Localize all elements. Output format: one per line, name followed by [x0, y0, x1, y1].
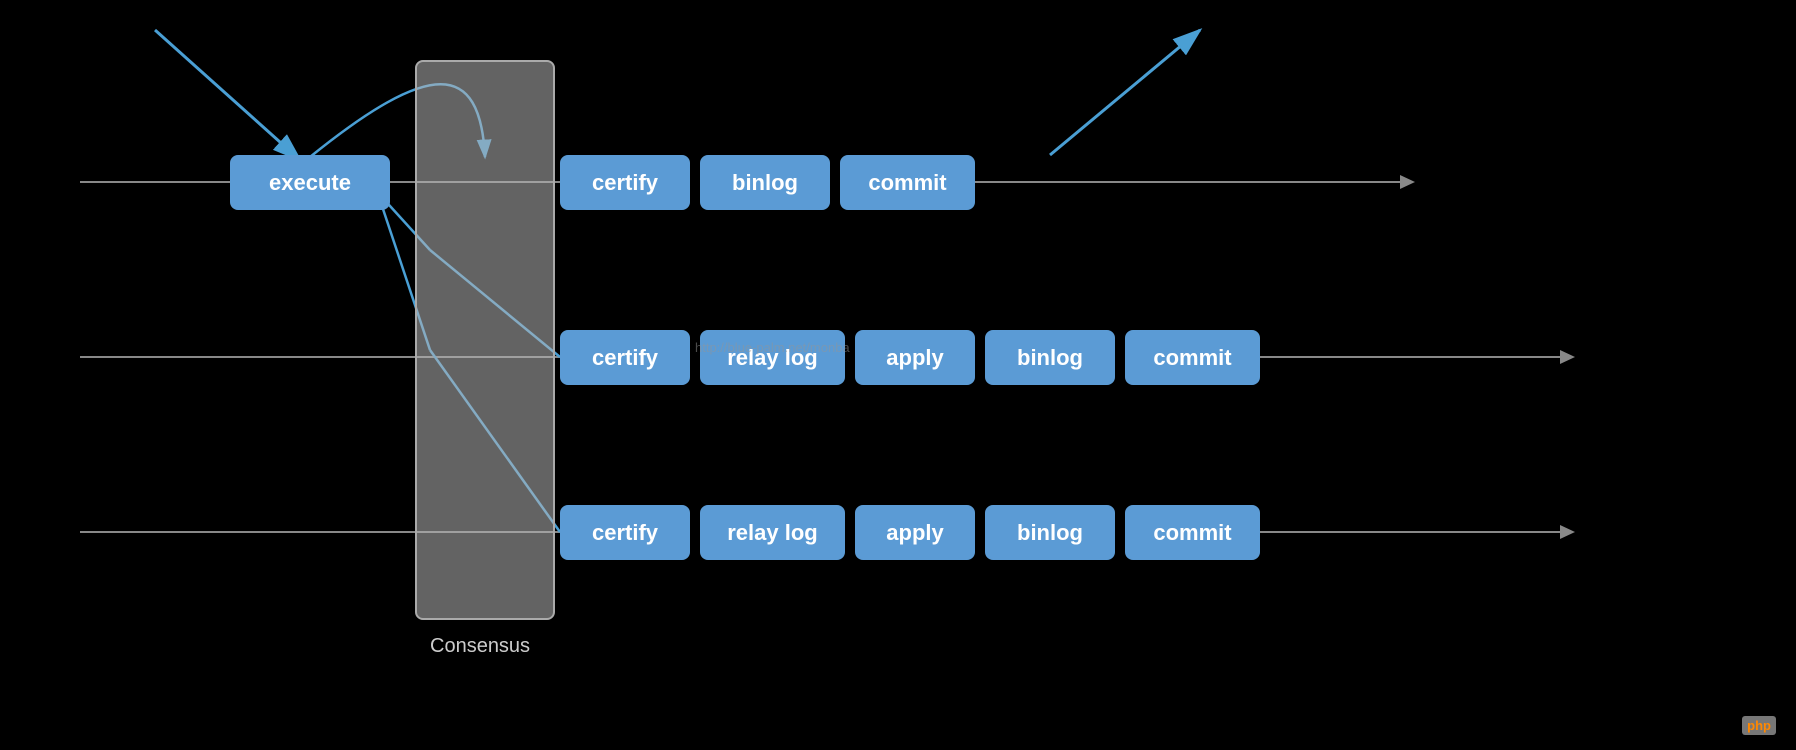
row3-apply-node: apply	[855, 505, 975, 560]
diagram-container: Consensus execute certify binlog commit …	[0, 0, 1796, 750]
row2-binlog-node: binlog	[985, 330, 1115, 385]
row1-commit-node: commit	[840, 155, 975, 210]
php-badge: php	[1742, 716, 1776, 735]
row3-binlog-node: binlog	[985, 505, 1115, 560]
row3-commit-node: commit	[1125, 505, 1260, 560]
row2-commit-node: commit	[1125, 330, 1260, 385]
consensus-label: Consensus	[430, 635, 530, 658]
row1-binlog-node: binlog	[700, 155, 830, 210]
row3-certify-node: certify	[560, 505, 690, 560]
row2-relaylog-node: relay log	[700, 330, 845, 385]
row3-relaylog-node: relay log	[700, 505, 845, 560]
consensus-box	[415, 60, 555, 620]
watermark-text: http://blue-palm.net/monba	[695, 340, 850, 355]
row2-certify-node: certify	[560, 330, 690, 385]
execute-node: execute	[230, 155, 390, 210]
row1-certify-node: certify	[560, 155, 690, 210]
row2-apply-node: apply	[855, 330, 975, 385]
